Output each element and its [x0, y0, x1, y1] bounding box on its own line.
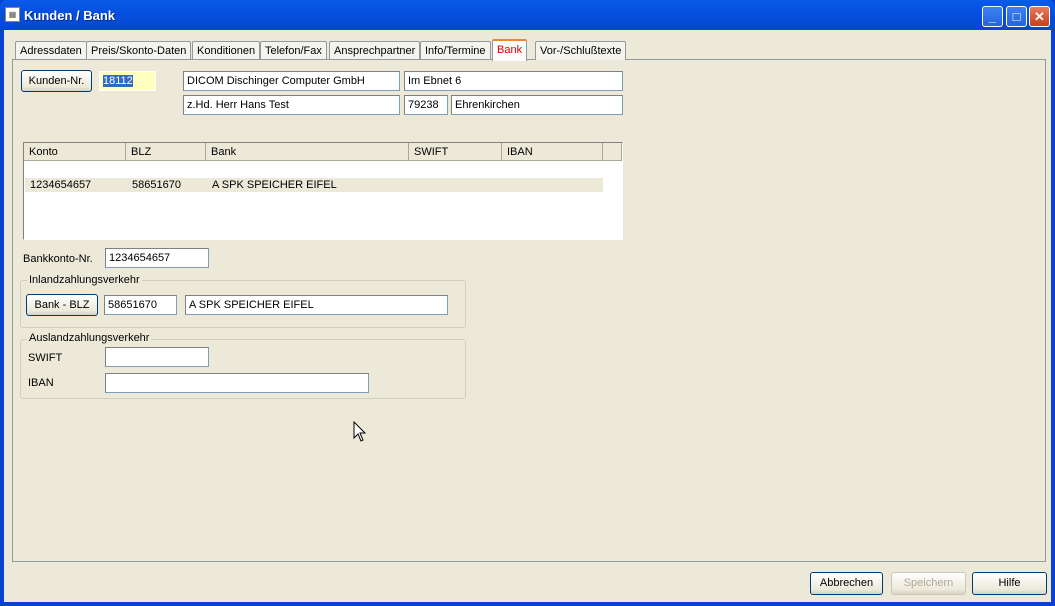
cell-bank: A SPK SPEICHER EIFEL [212, 179, 337, 191]
tab-adressdaten[interactable]: Adressdaten [15, 41, 87, 60]
iban-field[interactable] [105, 373, 369, 393]
tab-preis-skonto[interactable]: Preis/Skonto-Daten [86, 41, 192, 60]
column-header-swift[interactable]: SWIFT [409, 143, 502, 161]
city-field[interactable]: Ehrenkirchen [451, 95, 623, 115]
tab-info-termine[interactable]: Info/Termine [420, 41, 491, 60]
maximize-button[interactable]: □ [1006, 6, 1027, 27]
customer-number-value: 18112 [103, 75, 133, 87]
cancel-button[interactable]: Abbrechen [810, 572, 883, 595]
tab-bank[interactable]: Bank [492, 39, 528, 61]
help-button[interactable]: Hilfe [972, 572, 1047, 595]
swift-label: SWIFT [28, 352, 63, 364]
customer-number-field[interactable]: 18112 [99, 71, 156, 91]
table-row[interactable]: 1234654657 58651670 A SPK SPEICHER EIFEL [25, 178, 603, 192]
column-header-bank[interactable]: Bank [206, 143, 409, 161]
customer-number-button[interactable]: Kunden-Nr. [21, 70, 92, 92]
contact-field[interactable]: z.Hd. Herr Hans Test [183, 95, 400, 115]
bank-name-field[interactable]: A SPK SPEICHER EIFEL [185, 295, 448, 315]
street-field[interactable]: Im Ebnet 6 [404, 71, 623, 91]
minimize-button[interactable]: _ [982, 6, 1003, 27]
tab-konditionen[interactable]: Konditionen [192, 41, 261, 60]
iban-label: IBAN [28, 377, 54, 389]
column-header-filler [603, 143, 622, 161]
bank-blz-button[interactable]: Bank - BLZ [26, 294, 98, 316]
column-header-iban[interactable]: IBAN [502, 143, 603, 161]
cell-konto: 1234654657 [30, 179, 92, 191]
tab-telefon-fax[interactable]: Telefon/Fax [260, 41, 327, 60]
mouse-cursor-icon [353, 421, 367, 442]
app-icon: ▦ [5, 7, 20, 22]
column-header-konto[interactable]: Konto [24, 143, 126, 161]
save-button[interactable]: Speichern [891, 572, 966, 595]
close-button[interactable]: ✕ [1029, 6, 1050, 27]
blz-field[interactable]: 58651670 [104, 295, 177, 315]
column-header-blz[interactable]: BLZ [126, 143, 206, 161]
title-bar[interactable] [0, 0, 1055, 30]
cell-blz: 58651670 [132, 179, 181, 191]
zip-field[interactable]: 79238 [404, 95, 448, 115]
foreign-payments-legend: Auslandzahlungsverkehr [27, 332, 152, 344]
window-title: Kunden / Bank [24, 8, 116, 23]
domestic-payments-legend: Inlandzahlungsverkehr [27, 274, 142, 286]
tab-ansprechpartner[interactable]: Ansprechpartner [329, 41, 421, 60]
bank-accounts-table[interactable]: Konto BLZ Bank SWIFT IBAN 1234654657 586… [23, 142, 623, 240]
customer-name-field[interactable]: DICOM Dischinger Computer GmbH [183, 71, 400, 91]
tab-vor-schlusstexte[interactable]: Vor-/Schlußtexte [535, 41, 627, 60]
bank-account-field[interactable]: 1234654657 [105, 248, 209, 268]
swift-field[interactable] [105, 347, 209, 367]
bank-account-label: Bankkonto-Nr. [23, 253, 93, 265]
